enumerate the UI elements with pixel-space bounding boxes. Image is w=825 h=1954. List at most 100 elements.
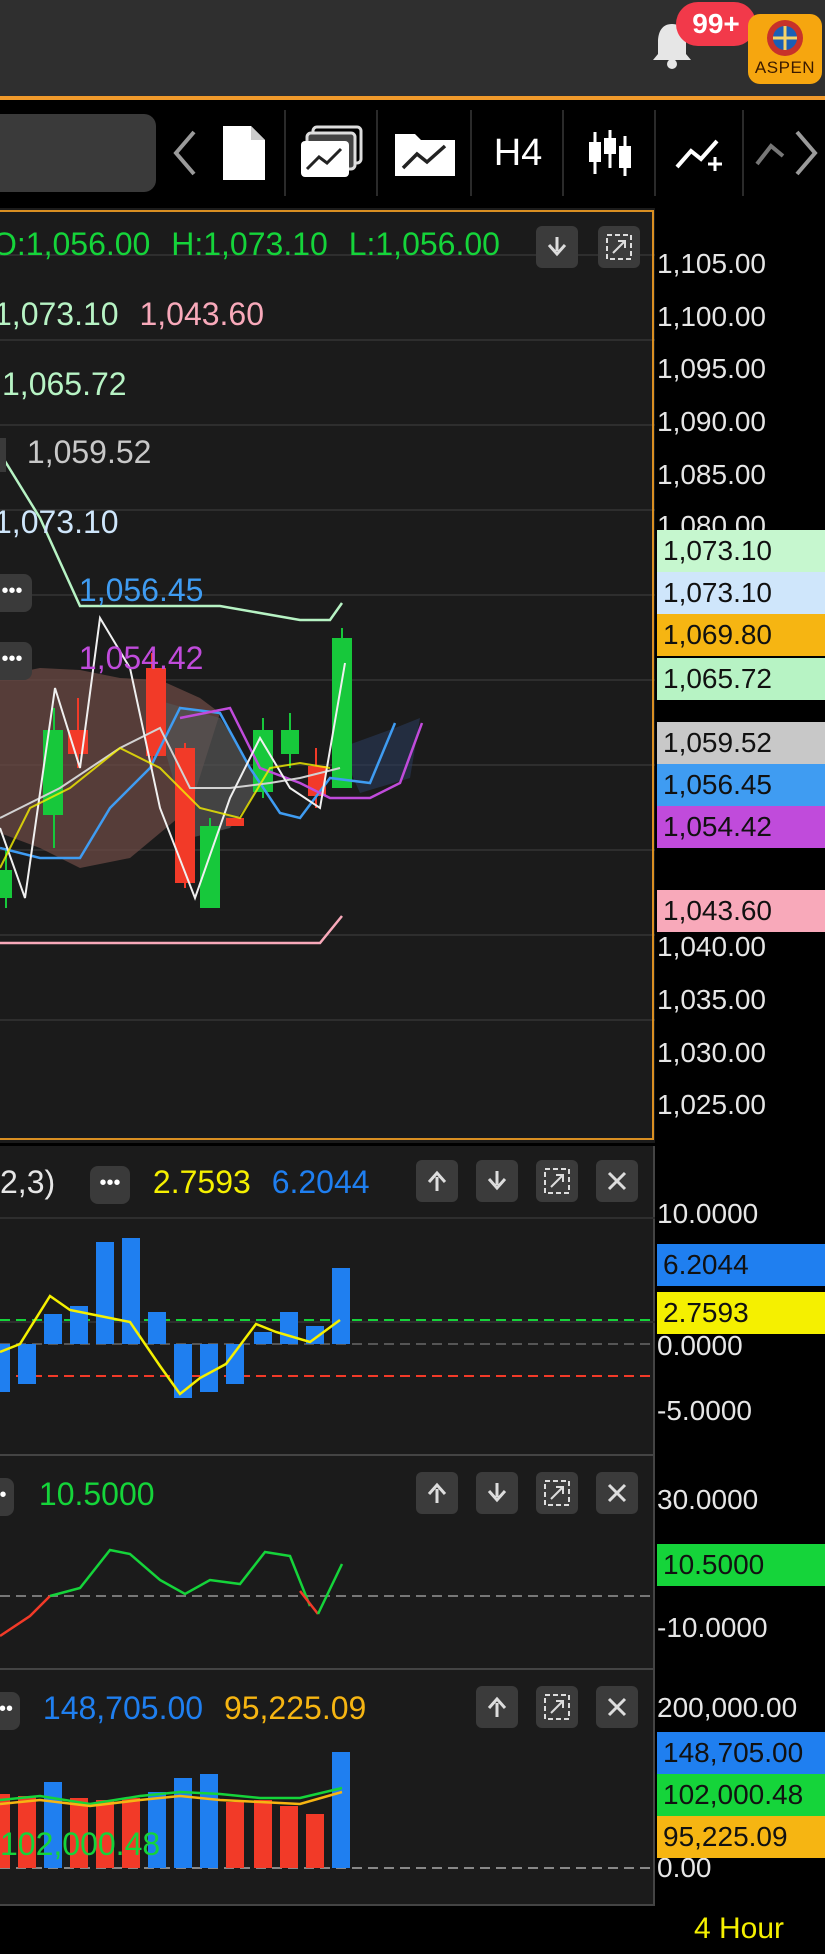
price-axis-label: 1,095.00	[657, 353, 766, 384]
toolbar-divider	[654, 110, 656, 196]
oscillator-line-green	[49, 1548, 312, 1607]
close-icon	[607, 1171, 627, 1191]
indicator-row-bands: 1,073.10 1,043.60	[0, 296, 264, 333]
symbol-selector[interactable]	[0, 114, 156, 192]
top-bar: 99+ ASPEN	[0, 0, 825, 100]
oscillator-axis-label: -10.0000	[657, 1612, 768, 1643]
add-indicator-icon[interactable]	[660, 110, 740, 196]
toolbar-divider	[562, 110, 564, 196]
volume-ma-overlay: 102,000.48	[0, 1826, 161, 1862]
indicator-row-ma5: ••• 1,054.42	[0, 640, 203, 680]
volume-ma-tag-green: 102,000.48	[657, 1774, 825, 1816]
ohlc-readout: O:1,056.00 H:1,073.10 L:1,056.00	[0, 226, 500, 263]
price-axis-label: 1,035.00	[657, 984, 766, 1015]
maximize-panel-button[interactable]	[536, 1472, 578, 1514]
indicator-row-ma4: ••• 1,056.45	[0, 572, 203, 612]
price-tag-ma5: 1,054.42	[657, 806, 825, 848]
timeframe-label: H4	[493, 131, 543, 174]
macd-main-value: 6.2044	[271, 1164, 370, 1200]
maximize-panel-button[interactable]	[536, 1686, 578, 1728]
band-lower-value: 1,043.60	[139, 296, 265, 332]
maximize-panel-button[interactable]	[536, 1160, 578, 1202]
timeframe-footer-label: 4 Hour	[694, 1912, 785, 1945]
maximize-chart-button[interactable]	[598, 226, 640, 268]
price-axis-label: 1,030.00	[657, 1037, 766, 1068]
move-panel-up-button[interactable]	[416, 1160, 458, 1202]
price-tag-lower-band: 1,043.60	[657, 890, 825, 932]
toolbar-divider	[284, 110, 286, 196]
oscillator-tag: 10.5000	[657, 1544, 825, 1586]
expand-icon	[606, 234, 632, 260]
price-tag-ma4: 1,056.45	[657, 764, 825, 806]
ma4-value: 1,056.45	[78, 572, 204, 608]
indicator-menu-button[interactable]	[0, 437, 6, 472]
toolbar-divider	[742, 110, 744, 196]
chart-toolbar: H4	[0, 100, 825, 204]
move-panel-up-button[interactable]	[476, 1686, 518, 1728]
indicator-menu-button[interactable]: ••	[0, 1691, 20, 1730]
macd-header: 2,3) ••• 2.7593 6.2044	[0, 1164, 370, 1204]
indicator-menu-button[interactable]: •••	[0, 573, 32, 612]
band-upper-value: 1,073.10	[0, 296, 119, 332]
macd-tag-signal: 2.7593	[657, 1292, 825, 1334]
price-axis-label: 1,105.00	[657, 248, 766, 279]
arrow-up-icon	[487, 1696, 507, 1717]
macd-tag-main: 6.2044	[657, 1244, 825, 1286]
chart-footer: 4 Hour	[0, 1908, 825, 1954]
indicator-row-ma2: 1,059.52	[0, 434, 151, 472]
new-document-icon[interactable]	[208, 110, 280, 196]
price-tag-ma1: 1,065.72	[657, 658, 825, 700]
close-icon	[607, 1697, 627, 1717]
scroll-right-icon[interactable]	[752, 110, 824, 196]
collapse-panel-button[interactable]	[536, 226, 578, 268]
indicator-row-ma1: 1,065.72	[2, 366, 127, 402]
ma2-value: 1,059.52	[26, 434, 152, 470]
toolbar-divider	[470, 110, 472, 196]
price-axis-label: 1,040.00	[657, 931, 766, 962]
ohlc-low: L:1,056.00	[348, 226, 500, 262]
toolbar-divider	[376, 110, 378, 196]
close-panel-button[interactable]	[596, 1160, 638, 1202]
candlestick-type-icon[interactable]	[568, 110, 652, 196]
price-tag-ma2: 1,059.52	[657, 722, 825, 764]
notification-badge: 99+	[676, 2, 756, 46]
scroll-left-icon[interactable]	[166, 110, 204, 196]
indicator-menu-button[interactable]: •••	[90, 1165, 131, 1204]
volume-tag: 148,705.00	[657, 1732, 825, 1774]
move-panel-up-button[interactable]	[416, 1472, 458, 1514]
timeframe-button[interactable]: H4	[476, 110, 560, 196]
volume-axis-label: 200,000.00	[657, 1692, 798, 1723]
indicator-menu-button[interactable]: •	[0, 1477, 14, 1516]
close-panel-button[interactable]	[596, 1686, 638, 1728]
arrow-down-icon	[547, 237, 567, 257]
volume-ma-value: 95,225.09	[223, 1690, 367, 1726]
move-panel-down-button[interactable]	[476, 1472, 518, 1514]
price-tag-upper-band: 1,073.10	[657, 530, 825, 572]
app-logo[interactable]: ASPEN	[748, 14, 822, 84]
expand-icon	[544, 1168, 570, 1194]
expand-icon	[544, 1480, 570, 1506]
indicator-menu-button[interactable]: •••	[0, 641, 32, 680]
ohlc-open: O:1,056.00	[0, 226, 151, 262]
arrow-down-icon	[487, 1483, 507, 1503]
templates-icon[interactable]	[292, 110, 372, 196]
macd-axis-label: 0.0000	[657, 1330, 743, 1361]
oscillator-line-red	[0, 1595, 51, 1638]
price-axis-label: 1,025.00	[657, 1089, 766, 1120]
app-screen: 99+ ASPEN H4 O:1,056.00 H:1,073.10 L:1,0…	[0, 0, 825, 1954]
oscillator-axis-label: 30.0000	[657, 1484, 759, 1515]
macd-signal-value: 2.7593	[152, 1164, 251, 1200]
expand-icon	[544, 1694, 570, 1720]
macd-axis-label: -5.0000	[657, 1395, 752, 1426]
ohlc-high: H:1,073.10	[171, 226, 328, 262]
oscillator-value: 10.5000	[38, 1476, 155, 1512]
oscillator-header: • 10.5000	[0, 1476, 155, 1516]
move-panel-down-button[interactable]	[476, 1160, 518, 1202]
volume-ma-tag-yellow: 95,225.09	[657, 1816, 825, 1858]
volume-value: 148,705.00	[42, 1690, 204, 1726]
open-chart-folder-icon[interactable]	[384, 110, 466, 196]
logo-text: ASPEN	[754, 58, 816, 77]
close-panel-button[interactable]	[596, 1472, 638, 1514]
price-tag-current: 1,069.80	[657, 614, 825, 656]
price-tag-ma3: 1,073.10	[657, 572, 825, 614]
